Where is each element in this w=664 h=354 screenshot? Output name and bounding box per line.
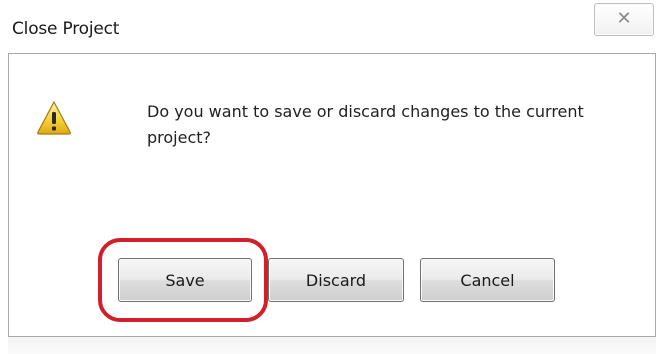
save-button[interactable]: Save — [118, 258, 252, 302]
close-button[interactable]: ✕ — [594, 3, 654, 36]
warning-icon — [37, 100, 71, 135]
discard-button-label: Discard — [305, 270, 367, 290]
cancel-button[interactable]: Cancel — [420, 258, 555, 302]
cancel-button-label: Cancel — [460, 270, 515, 290]
save-button-label: Save — [165, 270, 205, 290]
dialog-footer — [8, 337, 656, 354]
discard-button[interactable]: Discard — [268, 258, 404, 302]
close-icon: ✕ — [616, 8, 632, 29]
close-project-dialog: Close Project ✕ Do you want to save or d… — [0, 0, 664, 354]
dialog-message: Do you want to save or discard changes t… — [147, 102, 584, 147]
dialog-title: Close Project — [12, 19, 120, 39]
